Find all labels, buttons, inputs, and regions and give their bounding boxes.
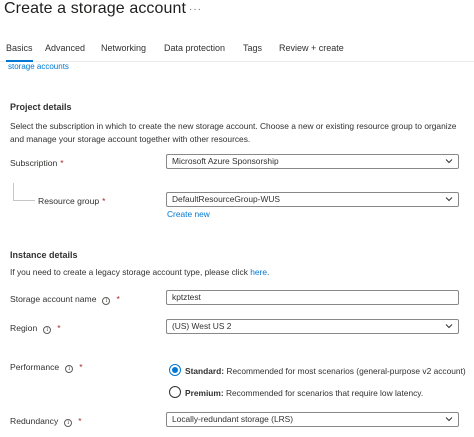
tab-basics[interactable]: Basics xyxy=(6,40,33,62)
tab-data-protection[interactable]: Data protection xyxy=(164,40,225,62)
chevron-down-icon xyxy=(445,159,453,164)
instance-details-heading: Instance details xyxy=(10,250,78,260)
region-label: Region i * xyxy=(10,323,61,334)
required-marker: * xyxy=(60,158,64,168)
more-options-icon[interactable]: ··· xyxy=(189,4,202,15)
resource-group-label: Resource group * xyxy=(38,196,106,206)
chevron-down-icon xyxy=(445,197,453,202)
page-title: Create a storage account xyxy=(4,0,187,17)
resource-group-select[interactable]: DefaultResourceGroup-WUS xyxy=(166,192,459,207)
premium-radio-label[interactable]: Premium: Recommended for scenarios that … xyxy=(185,388,423,398)
storage-account-name-label: Storage account name i * xyxy=(10,294,120,305)
info-icon[interactable]: i xyxy=(43,326,52,334)
project-details-heading: Project details xyxy=(10,102,72,112)
required-marker: * xyxy=(78,416,82,426)
region-select[interactable]: (US) West US 2 xyxy=(166,319,459,334)
storage-account-name-input[interactable]: kptztest xyxy=(166,290,459,305)
tab-networking[interactable]: Networking xyxy=(101,40,146,62)
required-marker: * xyxy=(102,196,106,206)
standard-radio[interactable] xyxy=(169,364,181,376)
create-new-link[interactable]: Create new xyxy=(167,209,210,219)
instance-details-description: If you need to create a legacy storage a… xyxy=(10,267,270,277)
storage-accounts-link[interactable]: storage accounts xyxy=(8,64,69,72)
subscription-select[interactable]: Microsoft Azure Sponsorship xyxy=(166,154,459,169)
resource-group-value: DefaultResourceGroup-WUS xyxy=(172,194,280,204)
required-marker: * xyxy=(79,362,83,372)
info-icon[interactable]: i xyxy=(64,419,73,427)
info-icon[interactable]: i xyxy=(65,365,74,373)
redundancy-label: Redundancy i * xyxy=(10,416,82,427)
chevron-down-icon xyxy=(445,324,453,329)
tab-bar: Basics Advanced Networking Data protecti… xyxy=(0,40,474,62)
info-icon[interactable]: i xyxy=(102,297,111,305)
tab-review-create[interactable]: Review + create xyxy=(279,40,344,62)
standard-radio-label[interactable]: Standard: Recommended for most scenarios… xyxy=(185,366,466,376)
project-details-description: Select the subscription in which to crea… xyxy=(10,121,457,144)
storage-account-name-value: kptztest xyxy=(172,292,201,302)
required-marker: * xyxy=(57,323,61,333)
tab-tags[interactable]: Tags xyxy=(243,40,262,62)
redundancy-select[interactable]: Locally-redundant storage (LRS) xyxy=(166,412,459,427)
subscription-value: Microsoft Azure Sponsorship xyxy=(172,156,279,166)
legacy-account-link[interactable]: here xyxy=(250,267,267,277)
tab-advanced[interactable]: Advanced xyxy=(45,40,85,62)
tree-connector xyxy=(13,183,35,201)
redundancy-value: Locally-redundant storage (LRS) xyxy=(172,414,294,424)
subscription-label: Subscription * xyxy=(10,158,64,168)
performance-label: Performance i * xyxy=(10,362,83,373)
chevron-down-icon xyxy=(445,417,453,422)
premium-radio[interactable] xyxy=(169,386,181,398)
region-value: (US) West US 2 xyxy=(172,321,232,331)
required-marker: * xyxy=(116,294,120,304)
